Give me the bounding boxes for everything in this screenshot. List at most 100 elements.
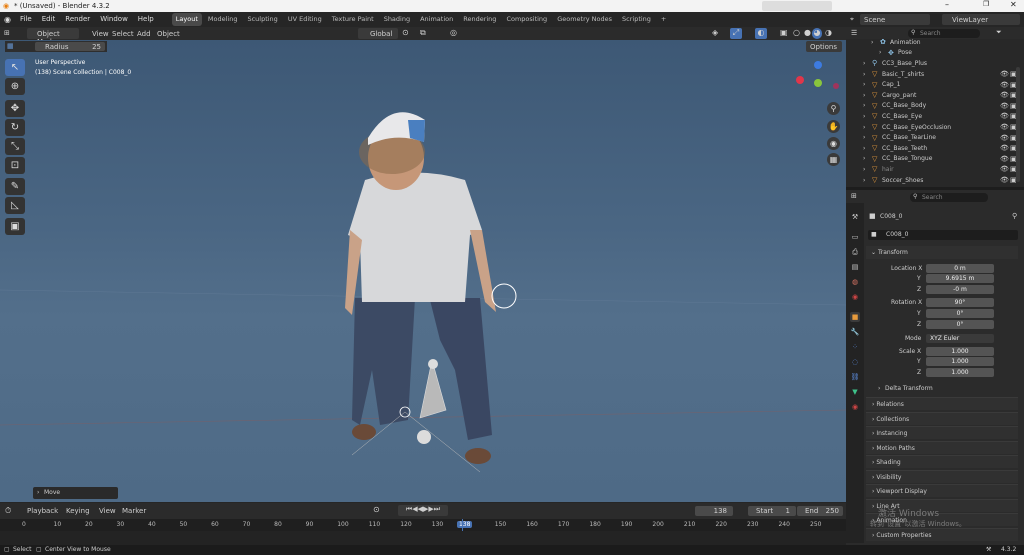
rendered-shading-icon[interactable]: ◑: [825, 28, 832, 37]
menu-marker[interactable]: Marker: [122, 507, 146, 515]
pin-icon[interactable]: ⚲: [1012, 212, 1017, 220]
section-header[interactable]: › Viewport Display: [866, 484, 1018, 497]
outliner-row[interactable]: › ▽ CC_Base_Tongue 👁 ▣: [846, 154, 1024, 165]
render-tab-icon[interactable]: ▭: [850, 232, 860, 242]
outliner-row[interactable]: › ▽ CC_Base_TearLine 👁 ▣: [846, 132, 1024, 143]
proportional-icon[interactable]: ◎: [450, 28, 457, 37]
scale-x-field[interactable]: 1.000: [926, 347, 994, 356]
record-icon[interactable]: ⊙: [373, 505, 380, 514]
gizmo-toggle-icon[interactable]: ⤢: [730, 28, 742, 39]
3d-viewport[interactable]: ▦ Radius 25 Options User Perspective (13…: [0, 40, 846, 502]
menu-file[interactable]: File: [15, 12, 37, 27]
rotation-z-field[interactable]: 0°: [926, 320, 994, 329]
menu-edit[interactable]: Edit: [37, 12, 61, 27]
section-header[interactable]: › Visibility: [866, 469, 1018, 483]
expand-arrow-icon[interactable]: ›: [863, 102, 865, 109]
timeline-editor-icon[interactable]: ⏱: [5, 506, 11, 516]
snap-icon[interactable]: ⧉: [420, 28, 426, 38]
eye-icon[interactable]: 👁: [1000, 176, 1009, 184]
start-frame-field[interactable]: Start 1: [748, 506, 796, 516]
eye-icon[interactable]: 👁: [1000, 144, 1009, 152]
object-data-field[interactable]: ■ C008_0: [868, 230, 1018, 240]
scene-field[interactable]: Scene: [860, 14, 930, 25]
outliner-row[interactable]: › ▽ CC_Base_Eye 👁 ▣: [846, 111, 1024, 122]
wireframe-shading-icon[interactable]: ○: [793, 28, 800, 37]
tab-geometry-nodes[interactable]: Geometry Nodes: [553, 13, 616, 26]
section-header[interactable]: › Instancing: [866, 426, 1018, 439]
expand-arrow-icon[interactable]: ›: [863, 113, 865, 120]
expand-arrow-icon[interactable]: ›: [863, 177, 865, 184]
last-operator-panel[interactable]: › Move: [33, 487, 118, 499]
expand-arrow-icon[interactable]: ›: [863, 81, 865, 88]
eye-icon[interactable]: 👁: [1000, 112, 1009, 120]
tab-compositing[interactable]: Compositing: [502, 13, 551, 26]
menu-help[interactable]: Help: [133, 12, 159, 27]
section-header[interactable]: › Shading: [866, 455, 1018, 468]
expand-arrow-icon[interactable]: ›: [863, 71, 865, 78]
expand-arrow-icon[interactable]: ›: [863, 60, 865, 67]
tab-texture-paint[interactable]: Texture Paint: [328, 13, 378, 26]
eye-icon[interactable]: 👁: [1000, 102, 1009, 110]
visibility-icon[interactable]: ◈: [712, 28, 718, 37]
outliner-row[interactable]: › ▽ Cargo_pant 👁 ▣: [846, 90, 1024, 101]
material-shading-icon[interactable]: ◕: [812, 28, 822, 39]
data-tab-icon[interactable]: ▼: [850, 387, 860, 397]
expand-arrow-icon[interactable]: ›: [863, 124, 865, 131]
menu-render[interactable]: Render: [60, 12, 95, 27]
menu-keying[interactable]: Keying: [66, 507, 90, 515]
material-tab-icon[interactable]: ◉: [850, 402, 860, 412]
maximize-icon[interactable]: ❐: [983, 0, 989, 8]
tab-sculpting[interactable]: Sculpting: [243, 13, 281, 26]
view-layer-tab-icon[interactable]: ▤: [850, 262, 860, 272]
tab-layout[interactable]: Layout: [171, 13, 202, 26]
outliner-row[interactable]: › ⚲ CC3_Base_Plus: [846, 58, 1024, 69]
menu-select[interactable]: Select: [112, 30, 134, 38]
scale-y-field[interactable]: 1.000: [926, 357, 994, 366]
minimize-icon[interactable]: –: [945, 0, 949, 9]
delta-transform-header[interactable]: › Delta Transform: [876, 383, 1016, 395]
tab-uv-editing[interactable]: UV Editing: [284, 13, 326, 26]
eye-icon[interactable]: 👁: [1000, 123, 1009, 131]
add-workspace-button[interactable]: +: [657, 13, 670, 26]
solid-shading-icon[interactable]: ●: [804, 28, 811, 37]
eye-icon[interactable]: 👁: [1000, 70, 1009, 78]
outliner-row[interactable]: › ▽ Soccer_Shoes 👁 ▣: [846, 175, 1024, 186]
menu-add[interactable]: Add: [137, 30, 151, 38]
outliner-row[interactable]: › ▽ CC_Base_Body 👁 ▣: [846, 101, 1024, 112]
eye-icon[interactable]: 👁: [1000, 155, 1009, 163]
outliner-row[interactable]: › ▽ CC_Base_EyeOcclusion 👁 ▣: [846, 122, 1024, 133]
output-tab-icon[interactable]: ⎙: [850, 247, 860, 257]
editor-type-icon[interactable]: ⊞: [4, 29, 10, 37]
rotation-x-field[interactable]: 90°: [926, 298, 994, 307]
menu-window[interactable]: Window: [95, 12, 133, 27]
outliner-row[interactable]: › ✿ Animation: [846, 37, 1024, 48]
constraints-tab-icon[interactable]: ⛓: [850, 372, 860, 382]
tab-animation[interactable]: Animation: [416, 13, 457, 26]
location-y-field[interactable]: 9.6915 m: [926, 274, 994, 283]
rotation-y-field[interactable]: 0°: [926, 309, 994, 318]
eye-icon[interactable]: 👁: [1000, 91, 1009, 99]
expand-arrow-icon[interactable]: ›: [863, 92, 865, 99]
expand-arrow-icon[interactable]: ›: [871, 39, 873, 46]
rotation-mode-dropdown[interactable]: XYZ Euler: [926, 334, 994, 343]
expand-arrow-icon[interactable]: ›: [863, 155, 865, 162]
properties-search[interactable]: ⚲ Search: [910, 193, 988, 202]
outliner-row[interactable]: › ▽ Basic_T_shirts 👁 ▣: [846, 69, 1024, 80]
section-header[interactable]: › Motion Paths: [866, 440, 1018, 454]
particles-tab-icon[interactable]: ⁘: [850, 342, 860, 352]
eye-icon[interactable]: 👁: [1000, 81, 1009, 89]
tab-modeling[interactable]: Modeling: [204, 13, 242, 26]
outliner-row[interactable]: › ▽ hair 👁 ▣: [846, 164, 1024, 175]
object-tab-icon[interactable]: ■: [850, 312, 860, 322]
section-header[interactable]: › Relations: [866, 397, 1018, 410]
outliner-scrollbar[interactable]: [1016, 67, 1020, 182]
expand-arrow-icon[interactable]: ›: [863, 134, 865, 141]
close-icon[interactable]: ✕: [1010, 0, 1017, 9]
timeline-ruler[interactable]: 0 10 20 30 40 50 60 70 80 90 100 110 120 130 138 150 160…: [0, 519, 846, 531]
menu-view-timeline[interactable]: View: [99, 507, 116, 515]
pan-button[interactable]: ✋: [827, 120, 840, 133]
pivot-icon[interactable]: ⊙: [402, 28, 409, 37]
tab-scripting[interactable]: Scripting: [618, 13, 655, 26]
outliner-editor-icon[interactable]: ☰: [851, 29, 857, 37]
tab-shading[interactable]: Shading: [380, 13, 414, 26]
